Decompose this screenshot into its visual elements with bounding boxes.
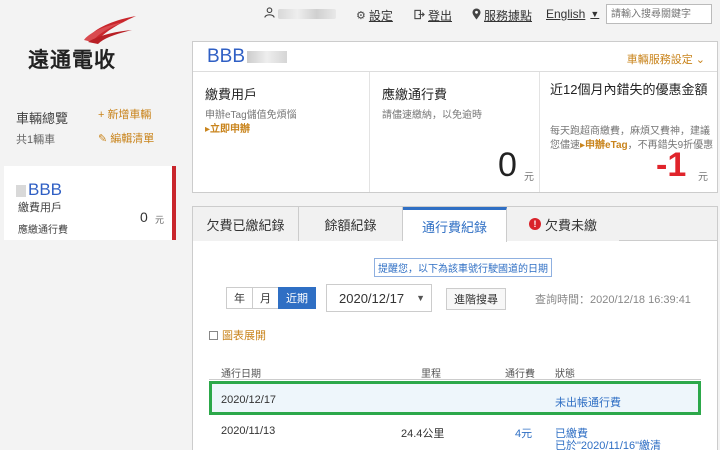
col-header-distance: 里程: [421, 369, 441, 380]
logout-label: 登出: [428, 9, 453, 23]
period-recent-button[interactable]: 近期: [278, 287, 316, 309]
row-fee[interactable]: 4元: [515, 425, 532, 441]
edit-list-label: 編輯清單: [110, 133, 155, 145]
toll-due-amount: 0: [498, 146, 517, 184]
date-select[interactable]: 2020/12/17 ▼: [326, 284, 432, 312]
records-table-header: 通行日期 里程 通行費 狀態: [209, 362, 701, 380]
vehicle-due-label: 應繳通行費: [18, 225, 68, 236]
language-selector[interactable]: English ▼: [546, 7, 599, 21]
col-header-fee: 通行費: [505, 369, 535, 380]
toll-due-title: 應繳通行費: [382, 87, 448, 102]
service-label: 服務據點: [484, 9, 533, 23]
chart-toggle[interactable]: 圖表展開: [209, 327, 266, 343]
gear-icon: ⚙: [356, 10, 366, 22]
row-distance: 24.4公里: [401, 428, 445, 440]
row-status[interactable]: 未出帳通行費: [555, 394, 621, 410]
toll-due-unit: 元: [524, 172, 534, 183]
vehicle-count: 共1輛車: [16, 134, 56, 146]
tab-unpaid-arrears-label: 欠費未繳: [544, 217, 597, 233]
payment-user-section: 繳費用戶 申辦eTag儲值免煩惱 ▸立即申辦: [193, 72, 369, 192]
vehicle-overview-panel: 車輛總覽 共1輛車 + 新增車輛 ✎ 編輯清單: [4, 96, 176, 154]
vehicle-service-settings-label: 車輛服務設定: [626, 54, 693, 66]
tab-paid-arrears[interactable]: 欠費已繳紀錄: [193, 207, 299, 241]
vehicle-plate: BBB: [16, 180, 62, 200]
vehicle-user-type: 繳費用戶: [18, 202, 62, 214]
vehicle-due-unit: 元: [155, 215, 165, 225]
service-location-link[interactable]: 服務據點: [472, 7, 532, 24]
tab-balance[interactable]: 餘額紀錄: [299, 207, 403, 241]
table-row[interactable]: 2020/11/13 24.4公里 4元 已繳費 已於"2020/11/16"繳…: [209, 417, 701, 450]
summary-header: BBB 車輛服務設定 ⌄: [193, 42, 717, 72]
logo-text: 遠通電收: [28, 47, 116, 72]
period-month-button[interactable]: 月: [252, 287, 279, 309]
advanced-search-button[interactable]: 進階搜尋: [446, 288, 506, 310]
plus-icon: +: [98, 109, 105, 121]
settings-label: 設定: [368, 9, 393, 23]
language-label: English: [546, 7, 586, 21]
table-row[interactable]: 2020/12/17 未出帳通行費: [209, 381, 701, 415]
col-header-status: 狀態: [555, 369, 575, 380]
search-input[interactable]: [606, 4, 712, 24]
caret-down-icon: ▼: [416, 293, 425, 303]
period-filter: 年 月 近期: [226, 287, 316, 309]
tab-unpaid-arrears[interactable]: ! 欠費未繳: [507, 207, 619, 241]
vehicle-card[interactable]: BBB 繳費用戶 應繳通行費 0 元: [4, 166, 176, 240]
records-tabs: 欠費已繳紀錄 餘額紀錄 通行費紀錄 ! 欠費未繳: [193, 207, 717, 242]
col-header-date: 通行日期: [221, 369, 261, 380]
vehicle-due-amount: 0: [140, 209, 148, 225]
logout-icon: [414, 9, 425, 23]
logout-link[interactable]: 登出: [414, 7, 452, 24]
user-account[interactable]: [264, 7, 336, 21]
missed-discount-section: 近12個月內錯失的優惠金額 每天跑超商繳費，麻煩又費神，建議您儘速▸申辦eTag…: [539, 72, 719, 192]
alert-icon: !: [528, 218, 541, 230]
summary-plate-text: BBB: [207, 46, 246, 67]
pencil-icon: ✎: [98, 133, 108, 145]
records-panel: 欠費已繳紀錄 餘額紀錄 通行費紀錄 ! 欠費未繳 提醒您，以下為該車號行駛國道的日…: [192, 206, 718, 450]
chevron-down-icon: ⌄: [695, 54, 705, 66]
masked-plate-suffix: [247, 50, 288, 63]
map-pin-icon: [472, 8, 481, 23]
notice-text: 提醒您，以下為該車號行駛國道的日期: [374, 258, 552, 277]
period-year-button[interactable]: 年: [226, 287, 253, 309]
etag-promo-text: 申辦eTag儲值免煩惱: [205, 110, 297, 121]
summary-plate: BBB: [207, 46, 288, 68]
row-date: 2020/11/13: [221, 425, 276, 437]
row-status-detail: 已於"2020/11/16"繳清: [555, 440, 662, 450]
add-vehicle-label: 新增車輛: [107, 109, 152, 121]
payment-user-desc: 申辦eTag儲值免煩惱 ▸立即申辦: [205, 109, 365, 137]
settings-link[interactable]: ⚙ 設定: [356, 7, 393, 24]
user-icon: [264, 7, 275, 21]
tab-toll-records[interactable]: 通行費紀錄: [403, 207, 507, 242]
checkbox-icon[interactable]: [209, 330, 218, 340]
query-time: 查詢時間：2020/12/18 16:39:41: [535, 294, 691, 306]
edit-list-button[interactable]: ✎ 編輯清單: [98, 130, 154, 146]
missed-discount-unit: 元: [698, 172, 708, 183]
vehicle-plate-text: BBB: [28, 180, 63, 199]
vehicle-summary-panel: BBB 車輛服務設定 ⌄ 繳費用戶 申辦eTag儲值免煩惱 ▸立即申辦 應繳通行…: [192, 41, 718, 193]
chart-toggle-label: 圖表展開: [222, 330, 266, 342]
vehicle-service-settings-button[interactable]: 車輛服務設定 ⌄: [627, 51, 705, 67]
apply-now-link[interactable]: ▸立即申辦: [205, 123, 365, 137]
toll-due-section: 應繳通行費 請儘速繳納，以免逾時 0 元: [369, 72, 539, 192]
vehicle-overview-title: 車輛總覽: [16, 111, 69, 126]
payment-user-title: 繳費用戶: [205, 87, 258, 102]
caret-down-icon: ▼: [590, 9, 600, 19]
missed-discount-amount: -1: [656, 146, 687, 184]
add-vehicle-button[interactable]: + 新增車輛: [98, 106, 151, 122]
apply-etag-link[interactable]: ▸申辦eTag: [580, 140, 628, 151]
date-select-value: 2020/12/17: [339, 290, 405, 306]
masked-plate-prefix: [16, 184, 26, 197]
missed-discount-title: 近12個月內錯失的優惠金額: [550, 82, 708, 97]
row-date: 2020/12/17: [221, 394, 277, 406]
company-logo[interactable]: 遠通電收: [28, 14, 148, 74]
missed-discount-desc: 每天跑超商繳費，麻煩又費神，建議您儘速▸申辦eTag，不再錯失9折優惠: [550, 125, 716, 153]
logo-swoosh-icon: [84, 16, 136, 44]
toll-due-desc: 請儘速繳納，以免逾時: [382, 110, 482, 121]
masked-username: [278, 9, 336, 19]
